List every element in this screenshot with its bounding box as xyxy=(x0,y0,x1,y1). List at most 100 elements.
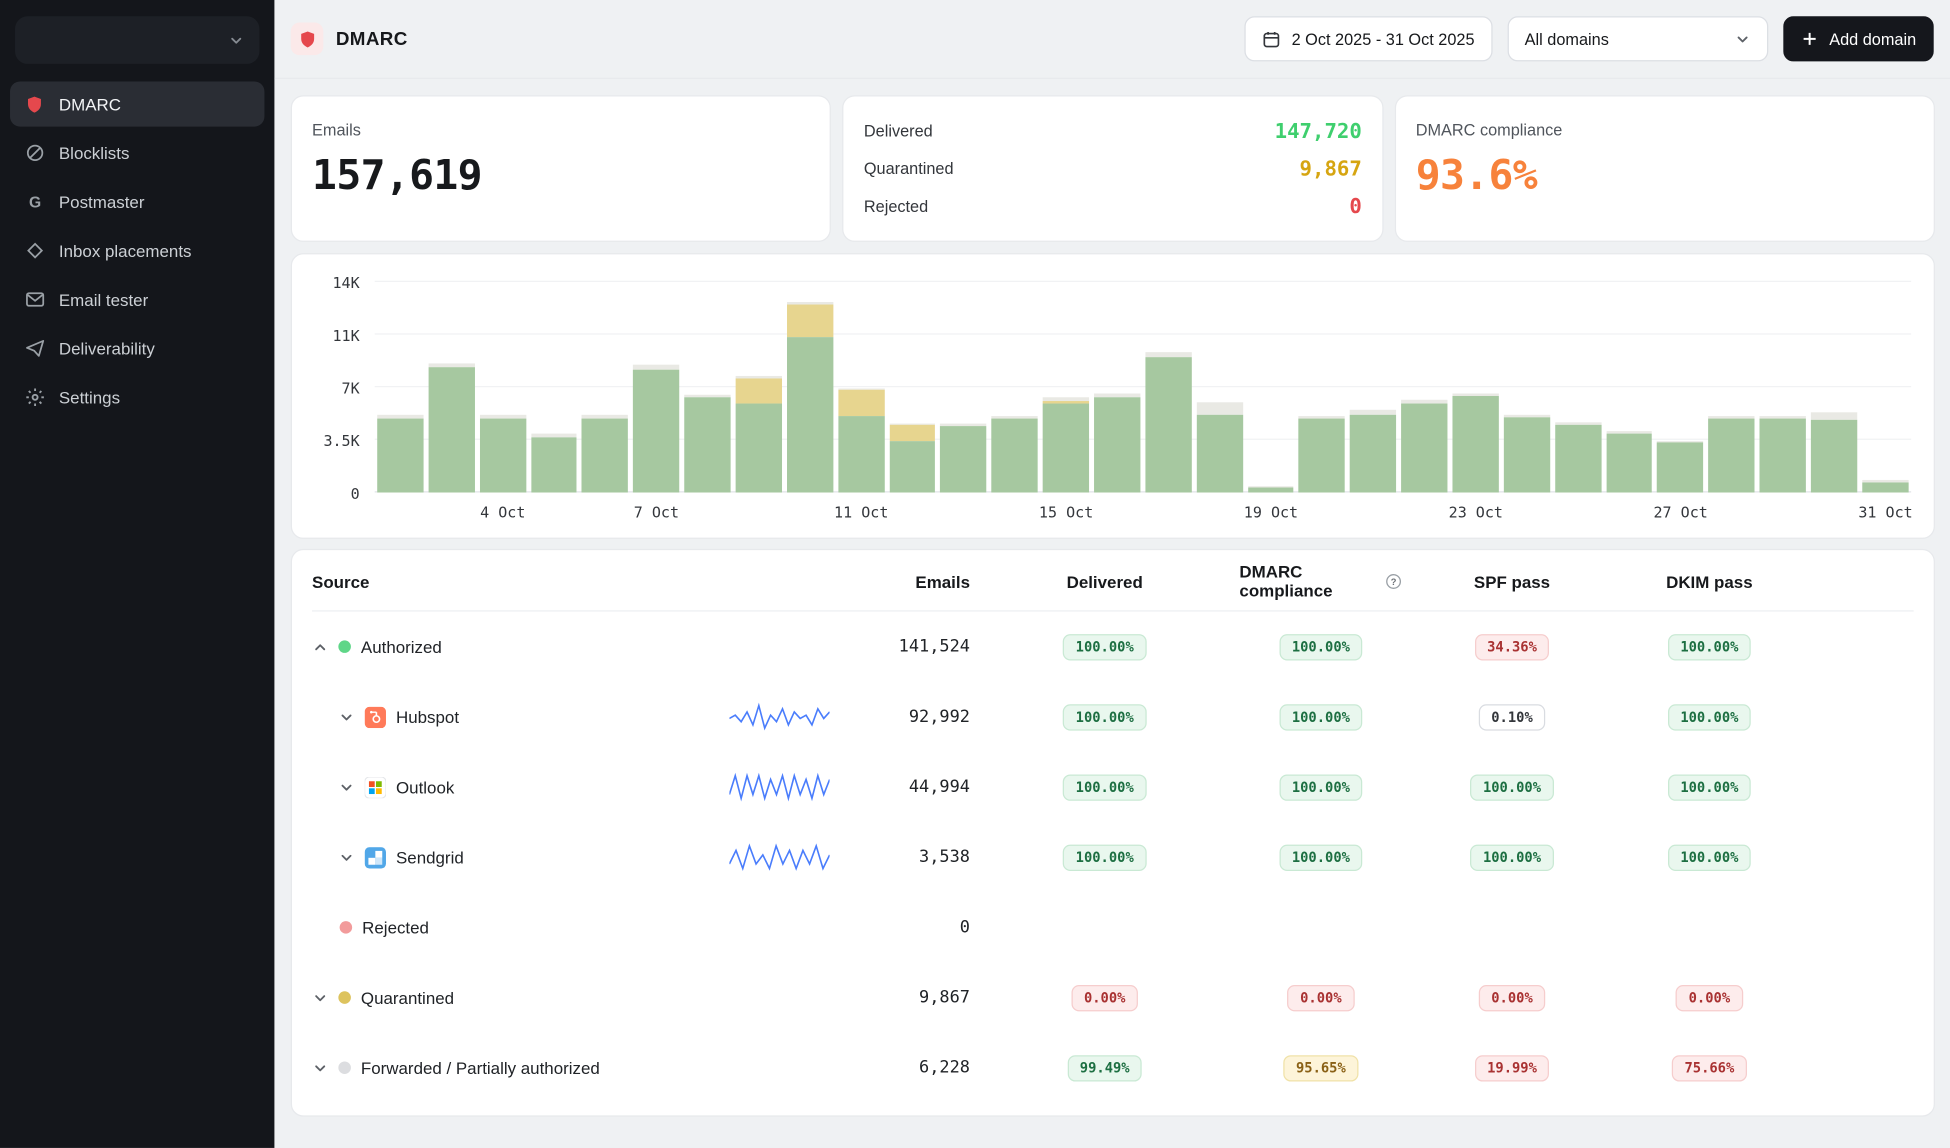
sidebar-item-deliverability[interactable]: Deliverability xyxy=(10,326,264,371)
sidebar-item-blocklists[interactable]: Blocklists xyxy=(10,130,264,175)
sidebar-item-email-tester[interactable]: Email tester xyxy=(10,277,264,322)
bar-segment-delivered xyxy=(1145,357,1191,492)
source-name: Rejected xyxy=(362,918,429,937)
table-row-outlook[interactable]: Outlook44,994100.00%100.00%100.00%100.00… xyxy=(312,752,1914,822)
table-row-rejected[interactable]: Rejected0 xyxy=(312,892,1914,962)
svg-text:G: G xyxy=(28,194,40,211)
bar-10-oct[interactable] xyxy=(787,282,833,493)
bar-segment-quarantined xyxy=(889,425,935,442)
column-header-label: Source xyxy=(312,572,369,591)
sparkline-cell xyxy=(688,771,870,804)
sparkline-cell xyxy=(688,841,870,874)
plus-icon xyxy=(1800,30,1818,48)
y-axis-tick-label: 7K xyxy=(342,380,360,398)
bar-25-oct[interactable] xyxy=(1555,282,1601,493)
chevron-down-icon[interactable] xyxy=(338,709,354,725)
chevron-down-icon[interactable] xyxy=(312,1060,328,1076)
bar-segment-delivered xyxy=(582,419,628,493)
sidebar-item-inbox-placements[interactable]: Inbox placements xyxy=(10,228,264,273)
table-row-sendgrid[interactable]: Sendgrid3,538100.00%100.00%100.00%100.00… xyxy=(312,822,1914,892)
sidebar-item-settings[interactable]: Settings xyxy=(10,375,264,420)
metric-cell: 0.00% xyxy=(1622,984,1797,1010)
bar-12-oct[interactable] xyxy=(889,282,935,493)
bar-26-oct[interactable] xyxy=(1606,282,1652,493)
bar-11-oct[interactable] xyxy=(838,282,884,493)
bar-19-oct[interactable] xyxy=(1248,282,1294,493)
emails-count: 92,992 xyxy=(870,707,970,727)
bar-21-oct[interactable] xyxy=(1350,282,1396,493)
x-axis-tick-label: 31 Oct xyxy=(1858,504,1912,522)
workspace-switcher[interactable] xyxy=(15,16,259,64)
column-header-label: Emails xyxy=(915,572,970,591)
chevron-down-icon[interactable] xyxy=(338,849,354,865)
metric-badge: 100.00% xyxy=(1063,844,1146,870)
bar-17-oct[interactable] xyxy=(1145,282,1191,493)
metric-cell: 100.00% xyxy=(1622,704,1797,730)
bar-31-oct[interactable] xyxy=(1862,282,1908,493)
bar-23-oct[interactable] xyxy=(1453,282,1499,493)
column-header-source: Source xyxy=(312,572,688,591)
volume-sparkline xyxy=(729,701,829,734)
source-cell: Forwarded / Partially authorized xyxy=(312,1058,688,1077)
bar-16-oct[interactable] xyxy=(1094,282,1140,493)
bar-22-oct[interactable] xyxy=(1401,282,1447,493)
stat-label: Quarantined xyxy=(864,159,954,178)
bar-segment-delivered xyxy=(1094,398,1140,493)
sidebar: DMARCBlocklistsGPostmasterInbox placemen… xyxy=(0,0,274,1148)
metric-badge: 100.00% xyxy=(1470,774,1553,800)
metric-badge: 100.00% xyxy=(1668,633,1751,659)
dmarc-shield-icon xyxy=(24,95,45,114)
bar-28-oct[interactable] xyxy=(1709,282,1755,493)
bar-2-oct[interactable] xyxy=(377,282,423,493)
bar-segment-delivered xyxy=(1862,482,1908,493)
bar-3-oct[interactable] xyxy=(428,282,474,493)
bar-29-oct[interactable] xyxy=(1760,282,1806,493)
emails-count: 3,538 xyxy=(870,847,970,867)
bar-18-oct[interactable] xyxy=(1197,282,1243,493)
metric-cell: 100.00% xyxy=(1239,844,1402,870)
bar-6-oct[interactable] xyxy=(582,282,628,493)
sendgrid-icon xyxy=(365,847,386,868)
sidebar-item-postmaster[interactable]: GPostmaster xyxy=(10,179,264,224)
table-row-forwarded-partially-authorized[interactable]: Forwarded / Partially authorized6,22899.… xyxy=(312,1033,1914,1103)
bar-14-oct[interactable] xyxy=(992,282,1038,493)
metric-cell: 0.00% xyxy=(1402,984,1621,1010)
source-cell: Quarantined xyxy=(312,988,688,1007)
page-title-group: DMARC xyxy=(291,23,408,56)
table-row-hubspot[interactable]: Hubspot92,992100.00%100.00%0.10%100.00% xyxy=(312,682,1914,752)
help-icon[interactable]: ? xyxy=(1385,573,1403,591)
bar-27-oct[interactable] xyxy=(1657,282,1703,493)
postmaster-icon: G xyxy=(24,192,45,212)
metric-cell: 0.00% xyxy=(970,984,1239,1010)
bar-24-oct[interactable] xyxy=(1504,282,1550,493)
add-domain-button[interactable]: Add domain xyxy=(1783,16,1934,61)
stat-delivered: Delivered147,720 xyxy=(864,114,1362,148)
app-root: DMARCBlocklistsGPostmasterInbox placemen… xyxy=(0,0,1950,1148)
domain-filter-select[interactable]: All domains xyxy=(1507,16,1768,61)
table-row-authorized[interactable]: Authorized141,524100.00%100.00%34.36%100… xyxy=(312,612,1914,682)
table-row-quarantined[interactable]: Quarantined9,8670.00%0.00%0.00%0.00% xyxy=(312,962,1914,1032)
x-axis-tick-label: 19 Oct xyxy=(1244,504,1298,522)
stat-cards: Emails 157,619 Delivered147,720Quarantin… xyxy=(291,95,1935,242)
chevron-up-icon[interactable] xyxy=(312,639,328,655)
bar-segment-delivered xyxy=(684,398,730,493)
date-range-picker[interactable]: 2 Oct 2025 - 31 Oct 2025 xyxy=(1244,16,1492,61)
bar-13-oct[interactable] xyxy=(940,282,986,493)
bar-4-oct[interactable] xyxy=(480,282,526,493)
chevron-down-icon[interactable] xyxy=(338,779,354,795)
source-cell: Rejected xyxy=(312,918,688,937)
metric-cell: 95.65% xyxy=(1239,1055,1402,1081)
bar-30-oct[interactable] xyxy=(1811,282,1857,493)
bar-5-oct[interactable] xyxy=(531,282,577,493)
bar-15-oct[interactable] xyxy=(1043,282,1089,493)
bar-7-oct[interactable] xyxy=(633,282,679,493)
bar-8-oct[interactable] xyxy=(684,282,730,493)
chevron-down-icon[interactable] xyxy=(312,989,328,1005)
bar-9-oct[interactable] xyxy=(736,282,782,493)
bar-segment-delivered xyxy=(531,437,577,493)
settings-icon xyxy=(24,387,45,407)
metric-badge: 0.00% xyxy=(1288,984,1355,1010)
bar-20-oct[interactable] xyxy=(1299,282,1345,493)
column-header-label: SPF pass xyxy=(1474,572,1550,591)
sidebar-item-dmarc[interactable]: DMARC xyxy=(10,81,264,126)
